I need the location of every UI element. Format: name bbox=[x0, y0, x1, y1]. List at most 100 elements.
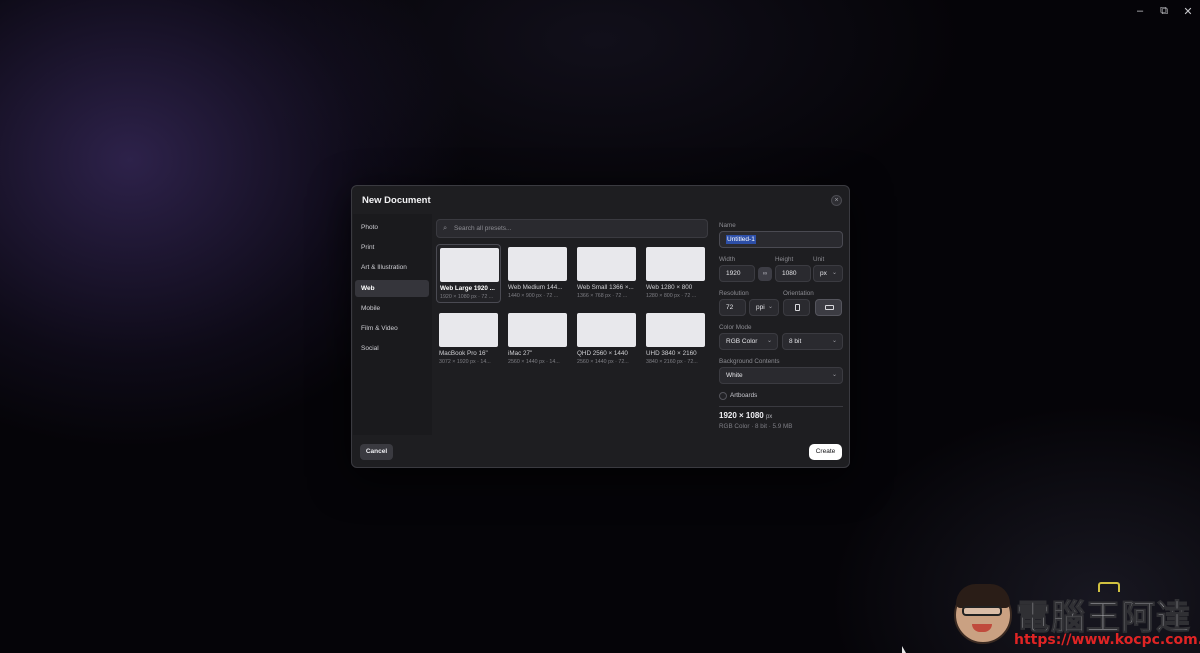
height-value: 1080 bbox=[782, 270, 797, 277]
sidebar-item-social[interactable]: Social bbox=[355, 340, 429, 357]
sidebar-item-art-illustration[interactable]: Art & Illustration bbox=[355, 259, 429, 276]
summary-size: 1920 × 1080 bbox=[719, 411, 764, 420]
chevron-down-icon: ⌄ bbox=[831, 372, 837, 378]
resolution-unit-select[interactable]: ppi ⌄ bbox=[749, 299, 779, 316]
width-field[interactable]: 1920 bbox=[719, 265, 755, 282]
preset-thumbnail bbox=[508, 313, 567, 347]
unit-label: Unit bbox=[813, 256, 825, 263]
preset-name: UHD 3840 × 2160 bbox=[646, 350, 697, 357]
preset-thumbnail bbox=[577, 247, 636, 281]
preset-name: QHD 2560 × 1440 bbox=[577, 350, 628, 357]
artboards-label: Artboards bbox=[730, 392, 758, 399]
sidebar-item-print[interactable]: Print bbox=[355, 239, 429, 256]
name-field[interactable]: Untitled-1 bbox=[719, 231, 843, 248]
preset-dimensions: 2560 × 1440 px · 72... bbox=[577, 359, 629, 365]
landscape-icon bbox=[825, 305, 834, 310]
dialog-title: New Document bbox=[362, 195, 431, 206]
preset-dimensions: 1366 × 768 px · 72 ... bbox=[577, 293, 628, 299]
preset-dimensions: 2560 × 1440 px · 14... bbox=[508, 359, 560, 365]
preset-card-uhd[interactable]: UHD 3840 × 2160 3840 × 2160 px · 72... bbox=[643, 310, 708, 369]
preset-dimensions: 1920 × 1080 px · 72 ... bbox=[440, 294, 494, 300]
resolution-unit-value: ppi bbox=[756, 304, 765, 311]
preset-name: Web Medium 144... bbox=[508, 284, 563, 291]
preset-category-sidebar: Photo Print Art & Illustration Web Mobil… bbox=[353, 214, 432, 435]
close-window-icon[interactable]: ✕ bbox=[1176, 0, 1200, 22]
height-field[interactable]: 1080 bbox=[775, 265, 811, 282]
preset-card-web-medium[interactable]: Web Medium 144... 1440 × 900 px · 72 ... bbox=[505, 244, 570, 303]
orientation-label: Orientation bbox=[783, 290, 814, 297]
background-contents-value: White bbox=[726, 372, 743, 379]
preset-dimensions: 1280 × 800 px · 72 ... bbox=[646, 293, 697, 299]
resolution-label: Resolution bbox=[719, 290, 749, 297]
resolution-field[interactable]: 72 bbox=[719, 299, 746, 316]
search-icon: ⌕ bbox=[443, 223, 448, 232]
divider bbox=[719, 406, 843, 407]
link-dimensions-icon[interactable]: ∞ bbox=[758, 267, 772, 281]
sidebar-item-web[interactable]: Web bbox=[355, 280, 429, 297]
preset-thumbnail bbox=[439, 313, 498, 347]
mascot-hair bbox=[956, 584, 1010, 608]
preset-dimensions: 3840 × 2160 px · 72... bbox=[646, 359, 698, 365]
preset-name: Web 1280 × 800 bbox=[646, 284, 693, 291]
portrait-icon bbox=[795, 304, 800, 311]
document-details-summary: RGB Color · 8 bit · 5.9 MB bbox=[719, 423, 793, 430]
preset-name: Web Small 1366 ×... bbox=[577, 284, 634, 291]
preset-name: Web Large 1920 ... bbox=[440, 285, 495, 292]
sidebar-item-film-video[interactable]: Film & Video bbox=[355, 320, 429, 337]
background-contents-select[interactable]: White ⌄ bbox=[719, 367, 843, 384]
bit-depth-value: 8 bit bbox=[789, 338, 802, 345]
preset-panel: ⌕ Search all presets... Web Large 1920 .… bbox=[436, 219, 708, 435]
portrait-orientation-button[interactable] bbox=[783, 299, 810, 316]
minimize-icon[interactable]: – bbox=[1128, 0, 1152, 22]
width-label: Width bbox=[719, 256, 736, 263]
preset-thumbnail bbox=[577, 313, 636, 347]
document-size-summary: 1920 × 1080 px bbox=[719, 411, 772, 420]
preset-thumbnail bbox=[508, 247, 567, 281]
preset-thumbnail bbox=[646, 313, 705, 347]
sidebar-item-mobile[interactable]: Mobile bbox=[355, 300, 429, 317]
preset-dimensions: 1440 × 900 px · 72 ... bbox=[508, 293, 559, 299]
landscape-orientation-button[interactable] bbox=[815, 299, 842, 316]
preset-dimensions: 3072 × 1920 px · 14... bbox=[439, 359, 491, 365]
preset-card-web-large[interactable]: Web Large 1920 ... 1920 × 1080 px · 72 .… bbox=[436, 244, 501, 303]
chevron-down-icon: ⌄ bbox=[767, 304, 773, 310]
width-value: 1920 bbox=[726, 270, 741, 277]
preset-thumbnail bbox=[646, 247, 705, 281]
window-controls: – ⧉ ✕ bbox=[1128, 0, 1200, 22]
mascot-glasses bbox=[962, 606, 1002, 616]
summary-unit: px bbox=[765, 414, 773, 420]
bit-depth-select[interactable]: 8 bit ⌄ bbox=[782, 333, 843, 350]
close-icon[interactable]: × bbox=[831, 195, 842, 206]
watermark-url: https://www.kocpc.com.tw/ bbox=[1014, 632, 1200, 648]
background-contents-label: Background Contents bbox=[719, 358, 780, 365]
chevron-down-icon: ⌄ bbox=[766, 338, 772, 344]
unit-value: px bbox=[820, 270, 827, 277]
preset-name: MacBook Pro 16" bbox=[439, 350, 488, 357]
preset-name: iMac 27" bbox=[508, 350, 533, 357]
search-placeholder: Search all presets... bbox=[454, 225, 512, 232]
chevron-down-icon: ⌄ bbox=[831, 270, 837, 276]
preset-card-imac[interactable]: iMac 27" 2560 × 1440 px · 14... bbox=[505, 310, 570, 369]
document-settings-panel: Name Untitled-1 Width 1920 ∞ Height 1080… bbox=[719, 219, 845, 437]
preset-card-qhd[interactable]: QHD 2560 × 1440 2560 × 1440 px · 72... bbox=[574, 310, 639, 369]
preset-card-web-1280[interactable]: Web 1280 × 800 1280 × 800 px · 72 ... bbox=[643, 244, 708, 303]
color-mode-select[interactable]: RGB Color ⌄ bbox=[719, 333, 778, 350]
unit-select[interactable]: px ⌄ bbox=[813, 265, 843, 282]
mouse-cursor-icon bbox=[902, 646, 906, 653]
sidebar-item-photo[interactable]: Photo bbox=[355, 219, 429, 236]
chevron-down-icon: ⌄ bbox=[831, 338, 837, 344]
color-mode-label: Color Mode bbox=[719, 324, 752, 331]
artboards-checkbox[interactable] bbox=[719, 392, 727, 400]
preset-thumbnail bbox=[440, 248, 499, 282]
preset-card-web-small[interactable]: Web Small 1366 ×... 1366 × 768 px · 72 .… bbox=[574, 244, 639, 303]
new-document-dialog: New Document × Photo Print Art & Illustr… bbox=[351, 185, 850, 468]
preset-card-macbook-pro[interactable]: MacBook Pro 16" 3072 × 1920 px · 14... bbox=[436, 310, 501, 369]
search-input[interactable]: ⌕ Search all presets... bbox=[436, 219, 708, 238]
resolution-value: 72 bbox=[726, 304, 734, 311]
name-label: Name bbox=[719, 222, 736, 229]
name-value: Untitled-1 bbox=[726, 235, 756, 244]
restore-icon[interactable]: ⧉ bbox=[1152, 0, 1176, 22]
create-button[interactable]: Create bbox=[809, 444, 842, 460]
cancel-button[interactable]: Cancel bbox=[360, 444, 393, 460]
color-mode-value: RGB Color bbox=[726, 338, 758, 345]
